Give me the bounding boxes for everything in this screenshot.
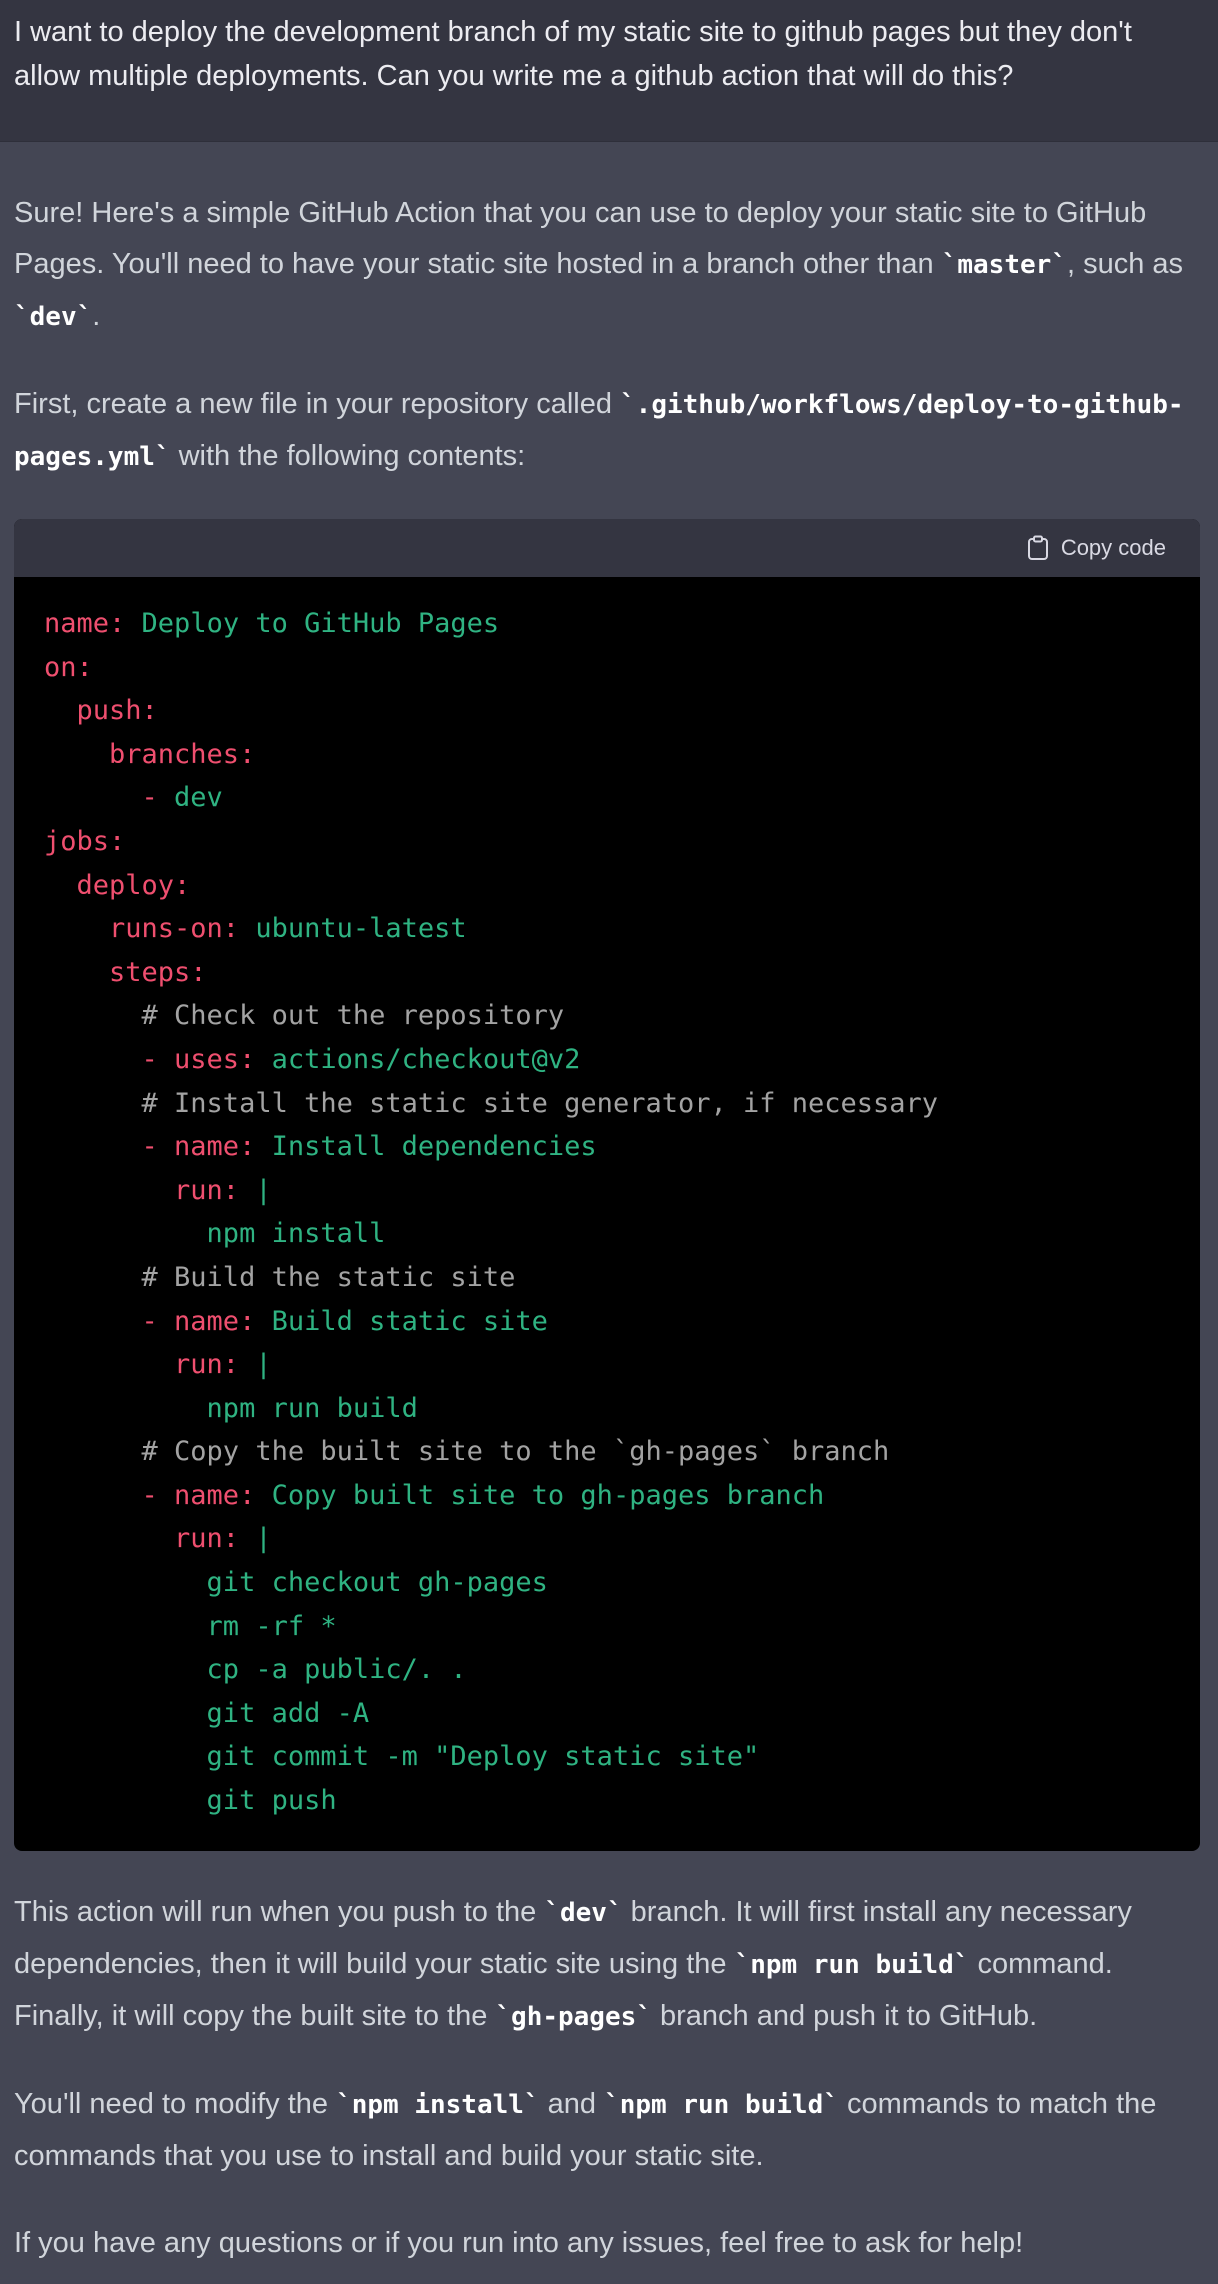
inline-code-gh-pages: `gh-pages` <box>495 2001 652 2032</box>
code-line: git add -A <box>44 1692 1170 1736</box>
code-block: Copy code name: Deploy to GitHub Pages on… <box>14 519 1200 1851</box>
text-span: with the following contents: <box>170 440 526 472</box>
code-value: ubuntu-latest <box>255 913 467 945</box>
code-line: git push <box>44 1779 1170 1823</box>
inline-code-npm-run-build: `npm run build` <box>604 2089 839 2120</box>
code-key: - name: <box>44 1479 272 1511</box>
code-line: branches: <box>44 733 1170 777</box>
code-value: cp -a public/. . <box>44 1654 467 1686</box>
inline-code-dev: `dev` <box>544 1897 623 1928</box>
code-line: # Build the static site <box>44 1256 1170 1300</box>
code-line: - name: Copy built site to gh-pages bran… <box>44 1474 1170 1518</box>
code-key: jobs: <box>44 825 126 857</box>
text-span: First, create a new file in your reposit… <box>14 388 621 420</box>
code-line: - name: Install dependencies <box>44 1125 1170 1169</box>
code-line: run: | <box>44 1169 1170 1213</box>
code-key: - <box>44 782 175 814</box>
code-value: rm -rf * <box>44 1610 337 1642</box>
code-key: run: <box>44 1523 256 1555</box>
code-line: deploy: <box>44 864 1170 908</box>
code-key: - uses: <box>44 1043 272 1075</box>
code-key: branches: <box>44 738 256 770</box>
code-key: name: <box>44 608 142 639</box>
code-line: # Check out the repository <box>44 994 1170 1038</box>
code-line: jobs: <box>44 820 1170 864</box>
code-key: run: <box>44 1174 256 1206</box>
code-line: - uses: actions/checkout@v2 <box>44 1038 1170 1082</box>
code-value: Deploy to GitHub Pages <box>141 608 500 639</box>
code-line: - name: Build static site <box>44 1300 1170 1344</box>
code-value: Copy built site to gh-pages branch <box>271 1479 825 1511</box>
inline-code-dev: `dev` <box>14 302 93 332</box>
text-span: This action will run when you push to th… <box>14 1895 545 1928</box>
code-key: push: <box>44 695 158 727</box>
code-value: npm run build <box>44 1392 418 1424</box>
user-message: I want to deploy the development branch … <box>0 0 1218 142</box>
code-content: name: Deploy to GitHub Pages on: push: br… <box>14 577 1200 1851</box>
code-line: on: <box>44 646 1170 690</box>
code-comment: # Build the static site <box>44 1261 516 1293</box>
code-key: run: <box>44 1349 256 1381</box>
code-line: run: | <box>44 1343 1170 1387</box>
text-span: branch and push it to GitHub. <box>651 1999 1038 2032</box>
code-comment: # Install the static site generator, if … <box>44 1087 939 1119</box>
response-file-instruction: First, create a new file in your reposit… <box>14 379 1204 483</box>
clipboard-icon <box>1027 535 1048 560</box>
copy-code-button[interactable]: Copy code <box>1021 534 1172 562</box>
code-line: runs-on: ubuntu-latest <box>44 907 1170 951</box>
code-key: deploy: <box>44 869 191 901</box>
code-line: - dev <box>44 776 1170 820</box>
code-key: runs-on: <box>44 913 256 945</box>
code-value: git commit -m "Deploy static site" <box>44 1741 760 1773</box>
code-line: rm -rf * <box>44 1605 1170 1649</box>
code-line: # Install the static site generator, if … <box>44 1082 1170 1126</box>
code-value: | <box>255 1349 272 1381</box>
code-key: steps: <box>44 956 207 988</box>
inline-code-npm-run-build: `npm run build` <box>734 1949 970 1980</box>
code-line: git checkout gh-pages <box>44 1561 1170 1605</box>
code-value: | <box>255 1523 272 1555</box>
assistant-response: Sure! Here's a simple GitHub Action that… <box>0 142 1218 2269</box>
code-line: name: Deploy to GitHub Pages <box>44 602 1170 646</box>
inline-code-npm-install: `npm install` <box>336 2089 540 2120</box>
copy-code-label: Copy code <box>1060 535 1166 560</box>
code-value: dev <box>174 782 223 814</box>
response-modify-note: You'll need to modify the `npm install` … <box>14 2079 1204 2182</box>
code-value: git push <box>44 1785 337 1817</box>
code-value: npm install <box>44 1218 386 1250</box>
code-value: git checkout gh-pages <box>44 1567 548 1599</box>
user-message-text: I want to deploy the development branch … <box>14 16 1132 92</box>
code-line: npm install <box>44 1212 1170 1256</box>
code-line: npm run build <box>44 1387 1170 1431</box>
code-line: # Copy the built site to the `gh-pages` … <box>44 1430 1170 1474</box>
code-line: git commit -m "Deploy static site" <box>44 1735 1170 1779</box>
code-value: | <box>255 1174 272 1206</box>
response-intro: Sure! Here's a simple GitHub Action that… <box>14 188 1204 343</box>
code-key: on: <box>44 651 93 683</box>
code-line: push: <box>44 689 1170 733</box>
text-span: . <box>92 300 101 332</box>
code-key: - name: <box>44 1305 272 1337</box>
code-line: run: | <box>44 1517 1170 1561</box>
code-value: Install dependencies <box>271 1131 597 1163</box>
inline-code-master: `master` <box>941 250 1067 280</box>
text-span: and <box>539 2087 605 2120</box>
code-block-header: Copy code <box>14 519 1200 577</box>
code-comment: # Copy the built site to the `gh-pages` … <box>44 1436 890 1468</box>
code-comment: # Check out the repository <box>44 1000 565 1032</box>
code-value: Build static site <box>271 1305 548 1337</box>
code-line: steps: <box>44 951 1170 995</box>
code-line: cp -a public/. . <box>44 1648 1170 1692</box>
response-explanation: This action will run when you push to th… <box>14 1887 1204 2043</box>
code-key: - name: <box>44 1131 272 1163</box>
code-value: git add -A <box>44 1697 370 1729</box>
response-closing: If you have any questions or if you run … <box>14 2218 1204 2269</box>
code-value: actions/checkout@v2 <box>271 1043 581 1075</box>
text-span: You'll need to modify the <box>14 2087 337 2120</box>
text-span: , such as <box>1066 248 1184 280</box>
text-span: If you have any questions or if you run … <box>14 2226 1024 2259</box>
